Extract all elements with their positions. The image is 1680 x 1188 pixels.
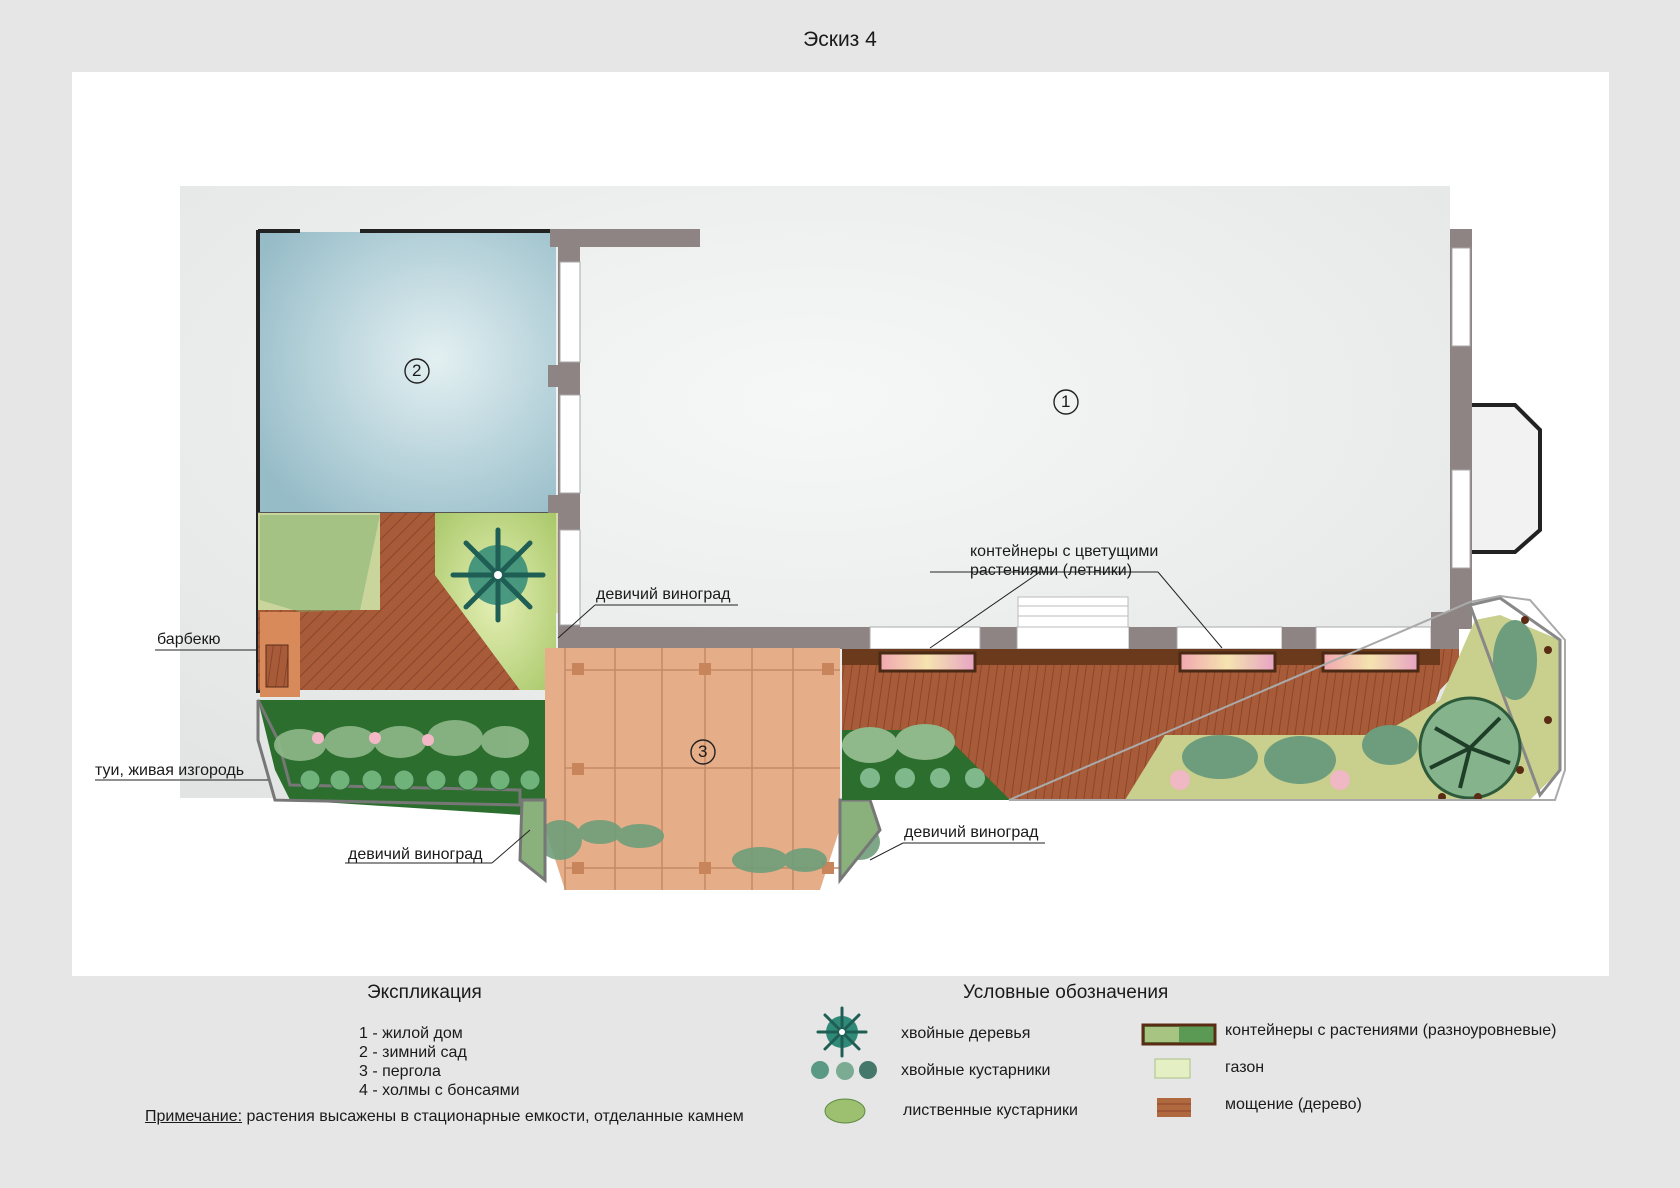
conifer-shrub-icon <box>811 1061 877 1080</box>
callout-containers-line1: контейнеры с цветущими <box>970 543 1159 560</box>
zone-number-pergola: 3 <box>698 742 708 761</box>
callout-vine-top: девичий виноград <box>596 586 731 603</box>
explication-item: 4 - холмы с бонсаями <box>359 1082 520 1099</box>
legend-label-conifer-shrubs: хвойные кустарники <box>901 1062 1051 1079</box>
callout-containers-line2: растениями (летники) <box>970 562 1133 579</box>
deciduous-shrub-icon <box>824 1098 866 1124</box>
explication-item: 2 - зимний сад <box>359 1044 467 1061</box>
note-label: Примечание: <box>145 1108 243 1125</box>
site-plan <box>72 72 1609 1124</box>
wood-paving-icon <box>1157 1098 1191 1117</box>
explication-heading: Экспликация <box>367 982 482 1003</box>
legend-label-deciduous-shrubs: лиственные кустарники <box>903 1102 1078 1119</box>
callout-thuja: туи, живая изгородь <box>95 762 245 779</box>
conifer-tree-icon <box>816 1006 868 1058</box>
legend-label-conifer-trees: хвойные деревья <box>901 1025 1031 1042</box>
callout-bbq: барбекю <box>157 631 221 648</box>
zone-number-winter-garden: 2 <box>412 361 422 380</box>
lawn-icon <box>1154 1058 1191 1079</box>
legend-label-lawn: газон <box>1225 1059 1265 1076</box>
zone-number-house: 1 <box>1061 392 1071 411</box>
explication-item: 1 - жилой дом <box>359 1025 463 1042</box>
legend-label-containers: контейнеры с растениями (разноуровневые) <box>1225 1022 1557 1039</box>
note-text: растения высажены в стационарные емкости… <box>242 1108 744 1125</box>
conifer-tree <box>450 527 546 623</box>
explication-item: 3 - пергола <box>359 1063 441 1080</box>
container-icon <box>1141 1023 1217 1046</box>
legend-heading: Условные обозначения <box>963 982 1169 1003</box>
callout-vine-left: девичий виноград <box>348 846 483 863</box>
callout-vine-right: девичий виноград <box>904 824 1039 841</box>
legend-label-wood-paving: мощение (дерево) <box>1225 1096 1362 1113</box>
winter-garden <box>258 232 556 514</box>
explication-note: Примечание: растения высажены в стациона… <box>145 1108 744 1126</box>
